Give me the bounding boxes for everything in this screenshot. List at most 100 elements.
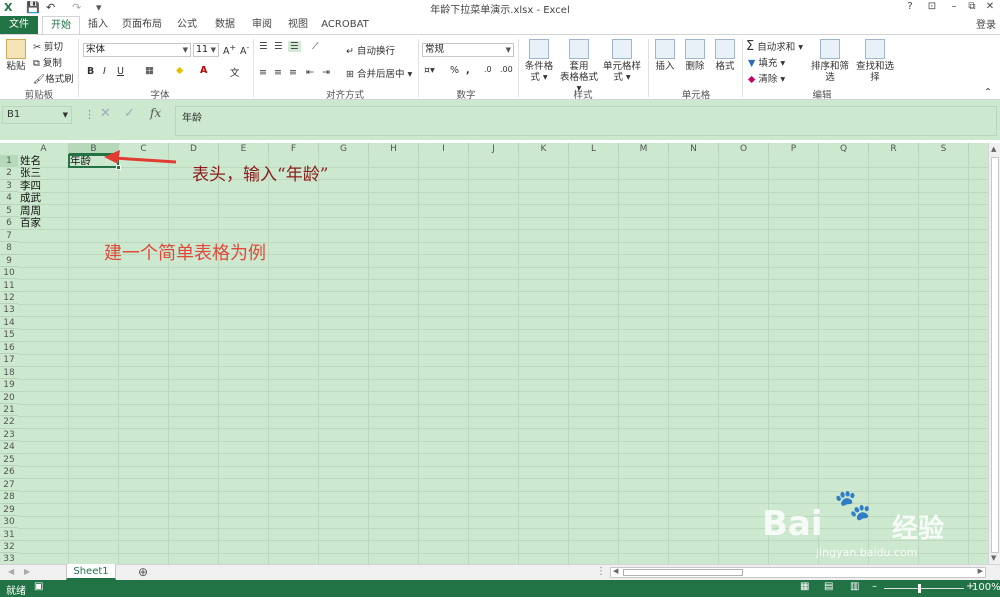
row-header[interactable]: 32 <box>0 541 18 554</box>
column-header[interactable]: P <box>769 143 819 155</box>
cut-button[interactable]: ✂ 剪切 <box>33 39 63 53</box>
orientation-icon[interactable]: ⟋ <box>312 41 319 52</box>
tab-review[interactable]: 审阅 <box>246 16 278 34</box>
row-header[interactable]: 2 <box>0 167 18 180</box>
row-header[interactable]: 3 <box>0 180 18 193</box>
align-middle-icon[interactable]: ☰ <box>274 41 283 52</box>
cell-a6[interactable]: 百家 <box>20 217 41 229</box>
horizontal-scrollbar[interactable]: ◀ ▶ <box>610 567 986 578</box>
vertical-scrollbar[interactable]: ▲ ▼ <box>988 143 1000 564</box>
column-header[interactable]: H <box>369 143 419 155</box>
scroll-down-icon[interactable]: ▼ <box>991 554 996 562</box>
vertical-scroll-thumb[interactable] <box>991 157 999 553</box>
row-header[interactable]: 17 <box>0 354 18 367</box>
sort-filter-button[interactable]: 排序和筛选 <box>808 39 852 83</box>
zoom-slider-thumb[interactable] <box>918 584 921 593</box>
scroll-sheets-right-icon[interactable]: ▶ <box>24 567 30 576</box>
cancel-icon[interactable]: ✕ <box>100 106 111 121</box>
phonetic-icon[interactable]: 文 <box>230 65 240 79</box>
row-header[interactable]: 30 <box>0 516 18 529</box>
zoom-slider[interactable] <box>884 588 964 589</box>
row-header[interactable]: 9 <box>0 255 18 268</box>
currency-icon[interactable]: ¤▾ <box>424 65 435 76</box>
sheet-tab[interactable]: Sheet1 <box>66 564 116 580</box>
macro-record-icon[interactable]: ▣ <box>34 581 43 592</box>
decrease-decimal-icon[interactable]: .00 <box>500 65 513 74</box>
row-header[interactable]: 27 <box>0 479 18 492</box>
font-color-icon[interactable]: A <box>200 65 207 76</box>
column-header[interactable]: A <box>19 143 69 155</box>
row-header[interactable]: 7 <box>0 230 18 243</box>
format-as-table-button[interactable]: 套用 表格格式 ▾ <box>560 39 598 94</box>
restore-button[interactable]: ⧉ <box>962 0 982 14</box>
page-break-view-icon[interactable]: ▥ <box>850 581 859 592</box>
align-left-icon[interactable]: ≡ <box>259 67 267 78</box>
row-header[interactable]: 21 <box>0 404 18 417</box>
zoom-level[interactable]: 100% <box>972 582 1000 593</box>
bold-button[interactable]: B <box>87 66 94 77</box>
copy-button[interactable]: ⧉ 复制 <box>33 55 62 69</box>
cell-a1[interactable]: 姓名 <box>20 155 41 167</box>
tab-formulas[interactable]: 公式 <box>170 16 204 34</box>
help-button[interactable]: ? <box>900 0 920 14</box>
row-header[interactable]: 20 <box>0 392 18 404</box>
border-icon[interactable]: ▦ <box>145 65 154 76</box>
page-layout-view-icon[interactable]: ▤ <box>824 581 833 592</box>
row-header[interactable]: 22 <box>0 416 18 429</box>
row-header[interactable]: 12 <box>0 292 18 305</box>
column-header[interactable]: F <box>269 143 319 155</box>
tab-view[interactable]: 视图 <box>282 16 314 34</box>
row-header[interactable]: 26 <box>0 466 18 479</box>
column-header[interactable]: G <box>319 143 369 155</box>
column-header[interactable]: I <box>419 143 469 155</box>
row-header[interactable]: 14 <box>0 317 18 330</box>
format-cells-button[interactable]: 格式 <box>712 39 738 72</box>
scroll-left-icon[interactable]: ◀ <box>613 567 618 575</box>
row-header[interactable]: 4 <box>0 192 18 205</box>
save-icon[interactable]: 💾 <box>26 1 40 14</box>
comma-button[interactable]: , <box>466 65 470 76</box>
column-header[interactable]: J <box>469 143 519 155</box>
column-header[interactable]: M <box>619 143 669 155</box>
row-header[interactable]: 13 <box>0 304 18 317</box>
align-top-icon[interactable]: ☰ <box>259 41 267 52</box>
minimize-button[interactable]: – <box>944 0 964 14</box>
column-header[interactable]: O <box>719 143 769 155</box>
column-header[interactable]: K <box>519 143 569 155</box>
row-header[interactable]: 24 <box>0 441 18 454</box>
row-header[interactable]: 29 <box>0 504 18 517</box>
insert-cells-button[interactable]: 插入 <box>652 39 678 72</box>
conditional-format-button[interactable]: 条件格式 ▾ <box>521 39 557 83</box>
formula-input[interactable]: 年龄 <box>175 106 997 136</box>
align-bottom-icon[interactable]: ☰ <box>288 41 301 52</box>
tab-home[interactable]: 开始 <box>42 16 80 34</box>
close-button[interactable]: ✕ <box>980 0 1000 14</box>
wrap-text-button[interactable]: ↵ 自动换行 <box>346 43 395 57</box>
find-select-button[interactable]: 查找和选择 <box>853 39 897 83</box>
row-header[interactable]: 5 <box>0 205 18 218</box>
row-header[interactable]: 15 <box>0 329 18 342</box>
horizontal-scroll-thumb[interactable] <box>623 569 743 576</box>
undo-icon[interactable]: ↶ <box>46 1 55 14</box>
scroll-up-icon[interactable]: ▲ <box>991 145 996 153</box>
enter-icon[interactable]: ✓ <box>124 106 135 121</box>
align-center-icon[interactable]: ≡ <box>274 67 282 78</box>
column-header[interactable]: S <box>919 143 969 155</box>
login-link[interactable]: 登录 <box>976 16 996 31</box>
clear-button[interactable]: ◆ 清除 ▾ <box>748 71 785 85</box>
autosum-button[interactable]: Σ 自动求和 ▾ <box>746 39 803 54</box>
paste-button[interactable]: 粘贴 <box>4 39 28 72</box>
tab-acrobat[interactable]: ACROBAT <box>318 16 372 34</box>
row-header[interactable]: 19 <box>0 379 18 392</box>
row-header[interactable]: 18 <box>0 367 18 380</box>
scroll-right-icon[interactable]: ▶ <box>978 567 983 575</box>
tab-page-layout[interactable]: 页面布局 <box>118 16 166 34</box>
shrink-font-icon[interactable]: A- <box>240 43 249 57</box>
name-box[interactable]: B1 ▼ <box>2 106 72 124</box>
cell-a3[interactable]: 李四 <box>20 180 41 192</box>
tab-insert[interactable]: 插入 <box>80 16 116 34</box>
column-header[interactable]: N <box>669 143 719 155</box>
row-header[interactable]: 33 <box>0 553 18 564</box>
underline-button[interactable]: U <box>117 66 124 77</box>
tab-file[interactable]: 文件 <box>0 16 38 34</box>
